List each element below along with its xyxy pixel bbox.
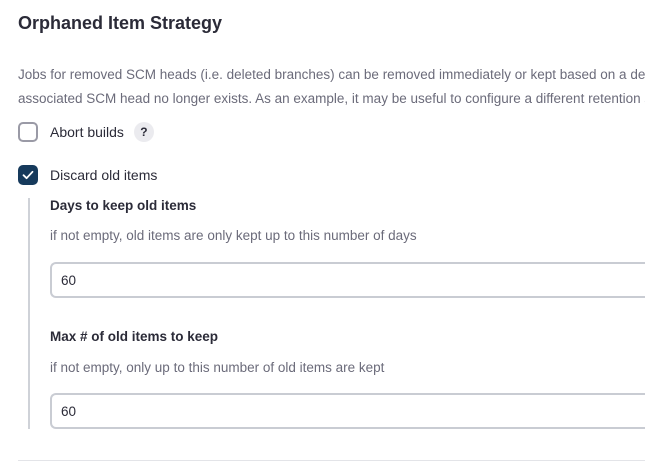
discard-old-items-row: Discard old items bbox=[18, 165, 157, 185]
max-items-help: if not empty, only up to this number of … bbox=[50, 360, 385, 375]
discard-old-items-checkbox[interactable] bbox=[18, 165, 38, 185]
days-to-keep-input[interactable] bbox=[50, 262, 645, 298]
abort-builds-row: Abort builds ? bbox=[18, 122, 154, 142]
abort-builds-label[interactable]: Abort builds bbox=[50, 124, 124, 140]
section-description: Jobs for removed SCM heads (i.e. deleted… bbox=[18, 63, 645, 111]
description-line-1: Jobs for removed SCM heads (i.e. deleted… bbox=[18, 67, 645, 82]
max-items-input[interactable] bbox=[50, 393, 645, 429]
description-line-2: associated SCM head no longer exists. As… bbox=[18, 91, 645, 106]
checkmark-icon bbox=[22, 170, 34, 180]
section-divider bbox=[18, 460, 645, 461]
max-items-label: Max # of old items to keep bbox=[50, 329, 219, 344]
section-title: Orphaned Item Strategy bbox=[18, 13, 223, 33]
abort-builds-checkbox[interactable] bbox=[18, 122, 38, 142]
discard-old-items-options: Days to keep old items if not empty, old… bbox=[28, 198, 645, 429]
abort-builds-help-button[interactable]: ? bbox=[133, 122, 154, 142]
days-to-keep-label: Days to keep old items bbox=[50, 198, 197, 213]
days-to-keep-help: if not empty, old items are only kept up… bbox=[50, 228, 417, 243]
discard-old-items-label[interactable]: Discard old items bbox=[50, 167, 157, 183]
